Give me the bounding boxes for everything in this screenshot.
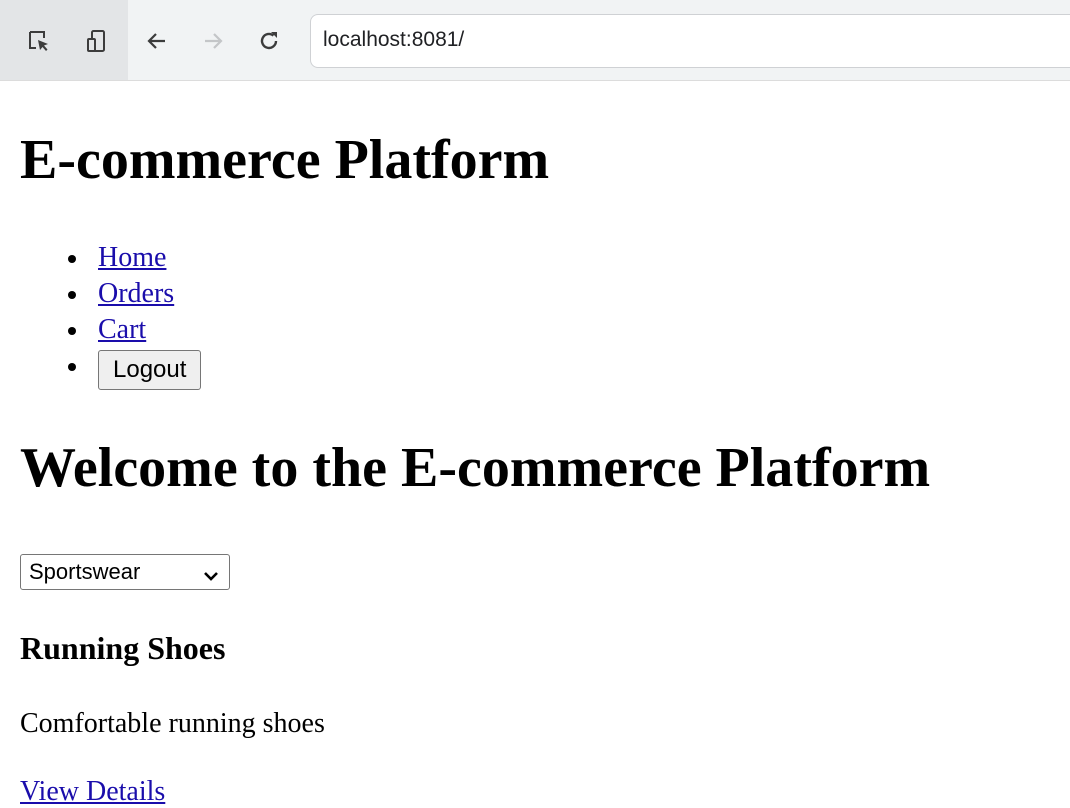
category-select-value: Sportswear <box>29 559 141 584</box>
device-toggle-icon[interactable] <box>80 24 114 58</box>
nav-link-orders[interactable]: Orders <box>98 278 174 309</box>
address-bar[interactable]: localhost:8081/ <box>310 14 1070 68</box>
chevron-down-icon <box>203 564 219 590</box>
inspect-element-icon[interactable] <box>22 24 56 58</box>
welcome-heading: Welcome to the E-commerce Platform <box>20 437 931 499</box>
nav-item-logout: Logout <box>67 348 202 390</box>
reload-icon[interactable] <box>252 24 286 58</box>
view-details-link[interactable]: View Details <box>20 774 165 808</box>
nav-link-cart[interactable]: Cart <box>98 314 146 345</box>
nav-link-home[interactable]: Home <box>98 242 166 273</box>
logout-button[interactable]: Logout <box>98 350 202 390</box>
category-select[interactable]: Sportswear <box>20 554 230 590</box>
nav-item-cart: Cart <box>67 312 174 348</box>
site-title: E-commerce Platform <box>20 129 550 191</box>
product-description: Comfortable running shoes <box>20 708 325 739</box>
product-name: Running Shoes <box>20 630 226 666</box>
main-nav: Home Orders Cart Logout <box>20 240 202 390</box>
address-url: localhost:8081/ <box>323 28 465 51</box>
nav-item-orders: Orders <box>67 276 174 312</box>
browser-toolbar: localhost:8081/ <box>0 0 1070 81</box>
devtools-button-group <box>0 0 128 80</box>
nav-item-home: Home <box>67 240 174 276</box>
forward-arrow-icon[interactable] <box>196 24 230 58</box>
back-arrow-icon[interactable] <box>140 24 174 58</box>
